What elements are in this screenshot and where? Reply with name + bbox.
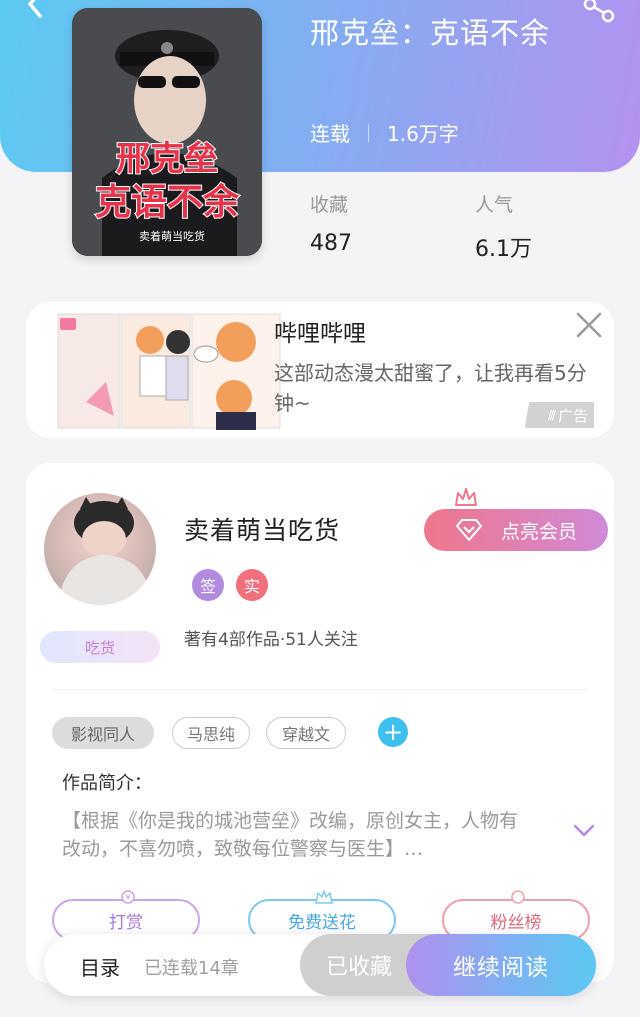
popularity-label: 人气 — [475, 194, 514, 216]
word-count: 1.6万字 — [387, 122, 459, 146]
ad-badge: /// 广告 — [514, 402, 594, 428]
tag-chip[interactable]: 马思纯 — [172, 717, 250, 749]
ad-card[interactable]: 哔哩哔哩 这部动态漫太甜蜜了，让我再看5分钟~ /// 广告 — [26, 302, 614, 438]
tag-chip[interactable]: 穿越文 — [266, 717, 346, 749]
vip-button[interactable]: 点亮会员 — [424, 509, 608, 551]
bottom-bar: 目录 已连载14章 已收藏 继续阅读 — [44, 934, 596, 996]
flower-button-label: 免费送花 — [288, 912, 356, 933]
works-info: 著有4部作品·51人关注 — [184, 630, 358, 650]
favorited-button-label: 已收藏 — [326, 955, 393, 980]
trophy-icon — [511, 890, 525, 904]
continue-reading-label: 继续阅读 — [453, 955, 549, 981]
add-tag-button[interactable]: + — [378, 717, 408, 747]
continue-reading-button[interactable]: 继续阅读 — [406, 934, 596, 996]
popularity-stat: 人气 6.1万 — [475, 190, 532, 263]
chapter-count: 已连载14章 — [144, 958, 239, 979]
author-card: 吃货 卖着萌当吃货 点亮会员 签 实 著有4部作品·51人关注 影视同人 马思纯… — [26, 463, 614, 983]
fans-button-label: 粉丝榜 — [490, 912, 542, 933]
favorites-label: 收藏 — [310, 194, 349, 216]
status-divider — [368, 123, 369, 142]
foodie-badge: 吃货 — [40, 631, 160, 663]
favorites-value: 487 — [310, 231, 352, 256]
chevron-down-icon[interactable] — [572, 823, 596, 839]
intro-label: 作品简介： — [62, 773, 152, 794]
cover-title-line2: 克语不余 — [95, 181, 240, 223]
coin-icon: ¥ — [121, 890, 135, 904]
ad-image — [56, 312, 282, 430]
toc-button[interactable]: 目录 — [80, 952, 120, 981]
crown-icon — [455, 488, 477, 506]
verified-badge: 实 — [236, 569, 268, 601]
book-title: 邢克垒：克语不余 — [310, 16, 551, 50]
cover-author: 卖着萌当吃货 — [139, 229, 205, 243]
intro-text: 【根据《你是我的城池营垒》改编，原创女主，人物有改动，不喜勿喷，致敬每位警察与医… — [62, 810, 519, 860]
tag-chip[interactable]: 影视同人 — [52, 717, 154, 749]
ad-badge-label: 广告 — [557, 406, 588, 425]
book-status-row: 连载 1.6万字 — [310, 118, 459, 147]
author-name[interactable]: 卖着萌当吃货 — [184, 511, 340, 547]
ad-title: 哔哩哔哩 — [274, 321, 366, 347]
serial-status: 连载 — [310, 122, 350, 146]
avatar[interactable] — [44, 493, 156, 605]
signed-badge: 签 — [192, 569, 224, 601]
diamond-icon — [455, 519, 482, 541]
cover-title-line1: 邢克垒 — [116, 139, 218, 179]
flower-icon — [315, 890, 333, 904]
vip-button-label: 点亮会员 — [500, 520, 577, 543]
book-cover[interactable]: 邢克垒 克语不余 卖着萌当吃货 — [72, 8, 262, 256]
popularity-value: 6.1万 — [475, 237, 532, 262]
ad-mark-icon: /// — [547, 408, 556, 422]
tip-button-label: 打赏 — [109, 912, 143, 933]
svg-text:¥: ¥ — [125, 893, 130, 902]
favorites-stat: 收藏 487 — [310, 190, 352, 256]
back-icon[interactable] — [18, 0, 52, 24]
close-icon[interactable] — [574, 310, 604, 340]
divider — [52, 689, 588, 690]
